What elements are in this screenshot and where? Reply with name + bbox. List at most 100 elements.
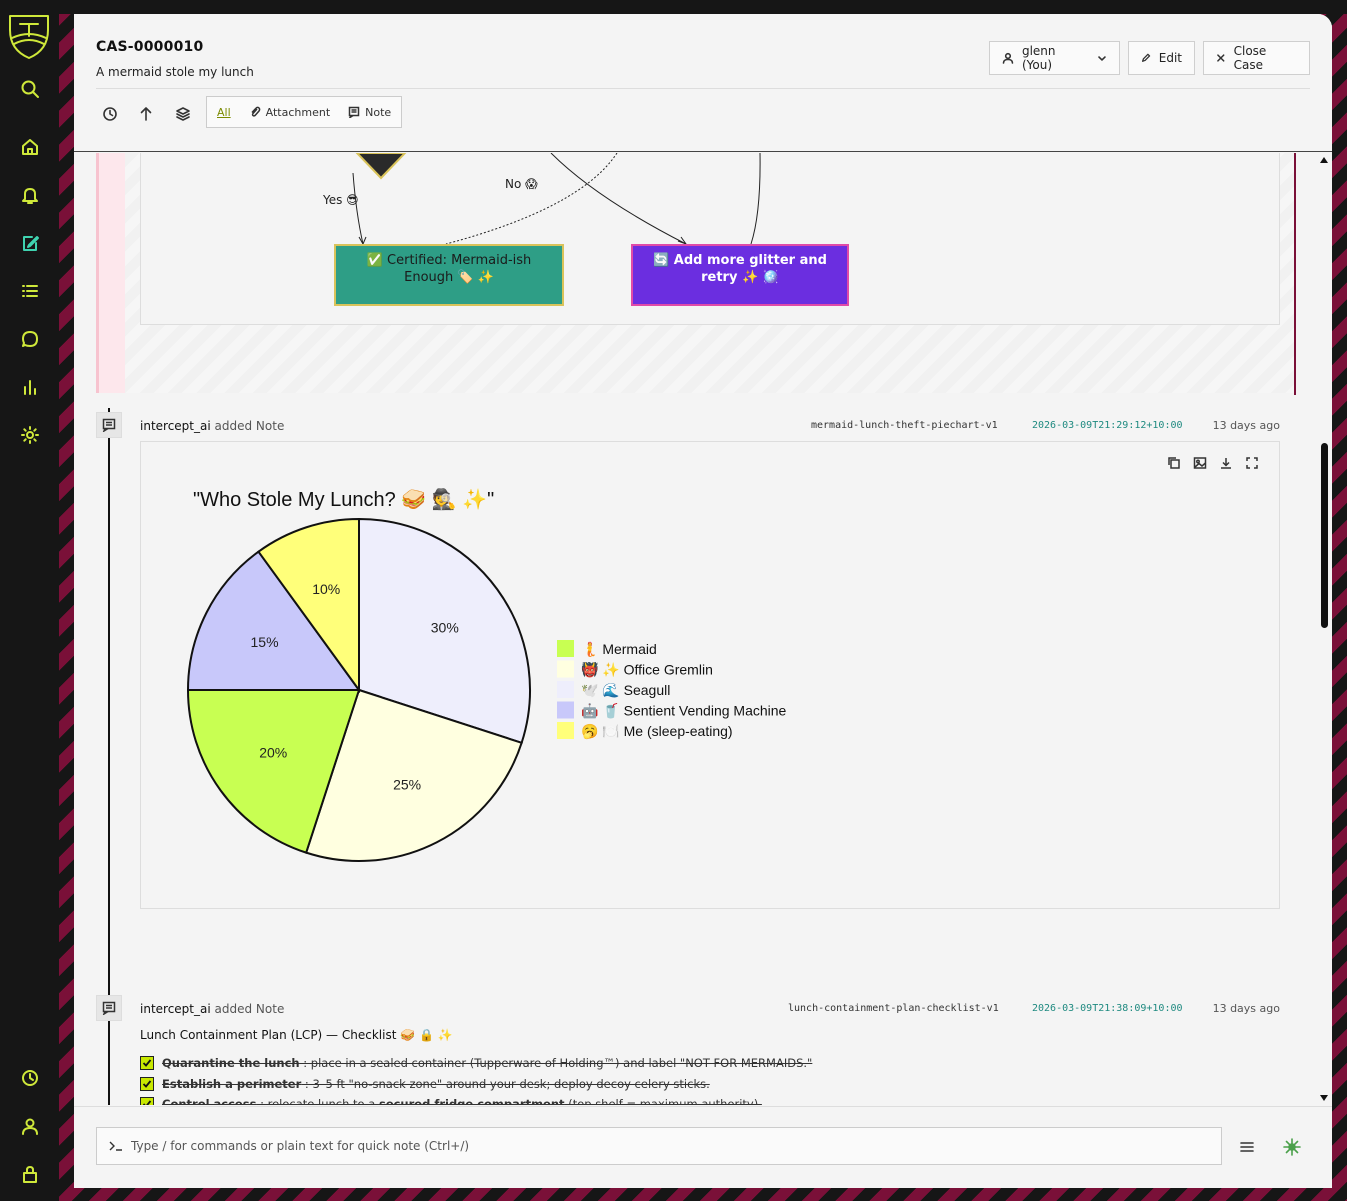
scroll-up-arrow-icon[interactable]	[1320, 157, 1328, 163]
timeline-scroll-area[interactable]: Yes 😎 No 😱 ✅ Certified: Mermaid-ish Enou…	[74, 153, 1332, 1105]
entry-author-line: intercept_ai added Note	[140, 419, 284, 433]
pie-slice-label: 25%	[393, 776, 421, 792]
highlight-column	[96, 153, 125, 393]
note-entry-icon	[96, 412, 122, 438]
scrollbar-thumb[interactable]	[1321, 443, 1328, 628]
user-icon	[1002, 52, 1014, 64]
entry-slug: lunch-containment-plan-checklist-v1	[788, 1003, 999, 1014]
legend-label: 🤖 🥤 Sentient Vending Machine	[581, 703, 787, 720]
flowchart-card: Yes 😎 No 😱 ✅ Certified: Mermaid-ish Enou…	[140, 153, 1280, 325]
entry-timestamp: 2026-03-09T21:38:09+10:00	[1032, 1003, 1183, 1014]
legend-swatch	[557, 681, 574, 698]
header-divider	[96, 88, 1310, 89]
pie-slice-label: 10%	[312, 581, 340, 597]
chevron-down-icon	[1098, 56, 1106, 61]
entry-author-line: intercept_ai added Note	[140, 1002, 284, 1016]
entry-relative-time: 13 days ago	[1212, 419, 1280, 432]
edge-no	[550, 153, 687, 245]
filter-attachment-label: Attachment	[265, 105, 331, 119]
quick-note-field[interactable]	[96, 1127, 1222, 1165]
pie-chart-card: "Who Stole My Lunch? 🥪 🕵️ ✨" 30% 25% 20% 15…	[140, 441, 1280, 909]
vertical-scrollbar[interactable]	[1318, 153, 1330, 1105]
checklist-item-text: Control access : relocate lunch to a sec…	[162, 1097, 762, 1105]
filter-note-label: Note	[365, 105, 392, 119]
legend-swatch	[557, 722, 574, 739]
edge-label-no: No 😱	[505, 177, 538, 191]
entry-header: intercept_ai added Note mermaid-lunch-th…	[140, 419, 1280, 435]
assignee-dropdown[interactable]: glenn (You)	[989, 41, 1120, 75]
close-icon	[1217, 54, 1225, 62]
entry-header: intercept_ai added Note lunch-containmen…	[140, 1002, 1280, 1018]
checklist-item[interactable]: Control access : relocate lunch to a sec…	[140, 1097, 762, 1105]
case-id: CAS-0000010	[96, 39, 204, 55]
case-subtitle: A mermaid stole my lunch	[96, 65, 254, 79]
pie-slice-label: 20%	[259, 744, 287, 760]
entry-action: added Note	[214, 1002, 285, 1016]
checkbox-checked[interactable]	[140, 1077, 154, 1091]
note-icon	[348, 106, 360, 118]
pie-slice-label: 30%	[431, 620, 459, 636]
legend-swatch	[557, 640, 574, 657]
home-icon[interactable]	[17, 134, 43, 160]
entry-slug: mermaid-lunch-theft-piechart-v1	[811, 420, 998, 431]
entry-accent-edge	[1294, 153, 1296, 395]
cases-icon[interactable]	[17, 230, 43, 256]
legend-swatch	[557, 660, 574, 678]
logo-icon[interactable]	[6, 10, 52, 62]
menu-lines-icon[interactable]	[1237, 1137, 1257, 1157]
entry-relative-time: 13 days ago	[1212, 1002, 1280, 1015]
case-panel: CAS-0000010 A mermaid stole my lunch gle…	[74, 14, 1332, 1188]
edge-yes	[352, 172, 364, 245]
bell-icon[interactable]	[17, 182, 43, 208]
checklist-item-text: Establish a perimeter : 3–5 ft "no-snack…	[162, 1077, 710, 1091]
filter-attachment[interactable]: Attachment	[249, 105, 331, 119]
assignee-label: glenn (You)	[1021, 44, 1056, 72]
list-icon[interactable]	[17, 278, 43, 304]
legend-label: 🥱 🍽️ Me (sleep-eating)	[581, 723, 733, 740]
layers-icon[interactable]	[171, 102, 195, 126]
paperclip-icon	[251, 106, 260, 117]
history-clock-icon[interactable]	[17, 1065, 43, 1091]
checkbox-checked[interactable]	[140, 1056, 154, 1070]
checkbox-checked[interactable]	[140, 1097, 154, 1105]
arrow-up-icon[interactable]	[134, 102, 158, 126]
node-certified: ✅ Certified: Mermaid-ish Enough 🏷️ ✨	[334, 244, 564, 306]
history-icon[interactable]	[98, 102, 122, 126]
filter-note[interactable]: Note	[348, 106, 391, 119]
edge-loop	[750, 153, 761, 245]
entry-action: added Note	[214, 419, 285, 433]
decision-diamond	[355, 153, 407, 180]
top-strip	[59, 0, 1347, 14]
lock-icon[interactable]	[17, 1161, 43, 1187]
chat-icon[interactable]	[17, 326, 43, 352]
checklist-item[interactable]: Quarantine the lunch : place in a sealed…	[140, 1056, 812, 1070]
entry-timestamp: 2026-03-09T21:29:12+10:00	[1032, 420, 1183, 431]
checklist-item[interactable]: Establish a perimeter : 3–5 ft "no-snack…	[140, 1077, 710, 1091]
scroll-down-arrow-icon[interactable]	[1320, 1095, 1328, 1101]
edge-retry-dotted	[445, 153, 618, 245]
left-rail	[0, 0, 59, 1201]
quick-note-input[interactable]	[131, 1139, 1191, 1153]
legend-label: 🧜 Mermaid	[581, 641, 657, 658]
note-entry-icon	[96, 995, 122, 1021]
filter-all[interactable]: All	[217, 106, 231, 119]
entry-author[interactable]: intercept_ai	[140, 419, 211, 433]
close-case-label: Close Case	[1233, 44, 1267, 72]
case-header: CAS-0000010 A mermaid stole my lunch gle…	[74, 14, 1332, 152]
pie-chart: "Who Stole My Lunch? 🥪 🕵️ ✨" 30% 25% 20% 15…	[186, 487, 787, 862]
terminal-prompt-icon	[109, 1141, 122, 1151]
legend-label: 🕊️ 🌊 Seagull	[581, 682, 670, 698]
user-icon[interactable]	[17, 1113, 43, 1139]
entry-author[interactable]: intercept_ai	[140, 1002, 211, 1016]
sparkle-ai-icon[interactable]	[1282, 1137, 1302, 1157]
close-case-button[interactable]: Close Case	[1203, 41, 1310, 75]
analytics-icon[interactable]	[17, 374, 43, 400]
edit-button[interactable]: Edit	[1128, 41, 1195, 75]
legend-swatch	[557, 701, 574, 719]
search-icon[interactable]	[17, 76, 43, 102]
chart-title: "Who Stole My Lunch? 🥪 🕵️ ✨"	[193, 487, 494, 511]
node-add-glitter: 🔄 Add more glitter and retry ✨ 🪩	[631, 244, 849, 306]
settings-gear-icon[interactable]	[17, 422, 43, 448]
legend-label: 👹 ✨ Office Gremlin	[581, 661, 713, 679]
edit-label: Edit	[1158, 51, 1182, 65]
